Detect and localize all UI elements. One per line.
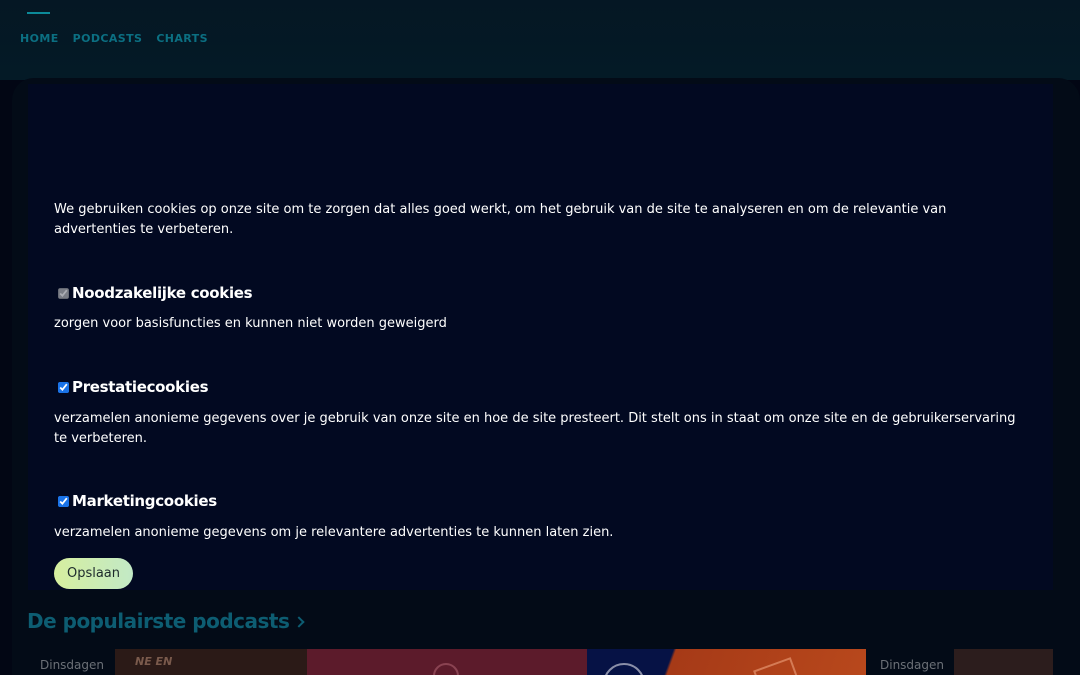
popular-podcasts-link[interactable]: De populairste podcasts <box>27 609 306 633</box>
podcast-thumbnail[interactable]: NE EN <box>115 649 307 675</box>
nav-podcasts[interactable]: PODCASTS <box>73 32 143 45</box>
nav-home[interactable]: HOME <box>20 32 59 45</box>
nav-charts[interactable]: CHARTS <box>156 32 208 45</box>
marketing-cookies-heading: Marketingcookies <box>58 492 217 510</box>
performance-cookies-description: verzamelen anonieme gegevens over je geb… <box>54 411 1016 446</box>
performance-cookies-checkbox[interactable] <box>58 381 69 393</box>
marketing-cookies-title: Marketingcookies <box>72 492 217 510</box>
marketing-cookies-description: verzamelen anonieme gegevens om je relev… <box>54 525 614 540</box>
podcast-tile-label[interactable]: Dinsdagen <box>40 658 104 672</box>
podcast-thumbnail[interactable] <box>587 649 866 675</box>
thumbnail-text: NE EN <box>135 655 173 668</box>
top-navigation-bar: HOME PODCASTS CHARTS <box>0 0 1080 80</box>
podcast-thumbnail[interactable] <box>954 649 1053 675</box>
chevron-right-icon <box>293 616 306 628</box>
section-title-text: De populairste podcasts <box>27 609 290 633</box>
podcast-thumbnail[interactable] <box>307 649 587 675</box>
save-button[interactable]: Opslaan <box>54 558 133 589</box>
thumbnail-graphic <box>603 663 645 675</box>
performance-cookies-title: Prestatiecookies <box>72 378 209 396</box>
performance-cookies-heading: Prestatiecookies <box>58 378 209 396</box>
thumbnail-graphic <box>433 663 459 675</box>
necessary-cookies-checkbox <box>58 287 69 299</box>
cookie-intro-text: We gebruiken cookies op onze site om te … <box>54 202 947 237</box>
marketing-cookies-checkbox[interactable] <box>58 495 69 507</box>
thumbnail-graphic <box>753 657 801 675</box>
necessary-cookies-heading: Noodzakelijke cookies <box>58 284 253 302</box>
active-nav-indicator <box>27 12 50 14</box>
main-nav: HOME PODCASTS CHARTS <box>20 32 208 45</box>
necessary-cookies-title: Noodzakelijke cookies <box>72 284 253 302</box>
necessary-cookies-description: zorgen voor basisfuncties en kunnen niet… <box>54 316 447 331</box>
podcast-tile-label[interactable]: Dinsdagen <box>880 658 944 672</box>
cookie-consent-modal: We gebruiken cookies op onze site om te … <box>28 84 1053 590</box>
